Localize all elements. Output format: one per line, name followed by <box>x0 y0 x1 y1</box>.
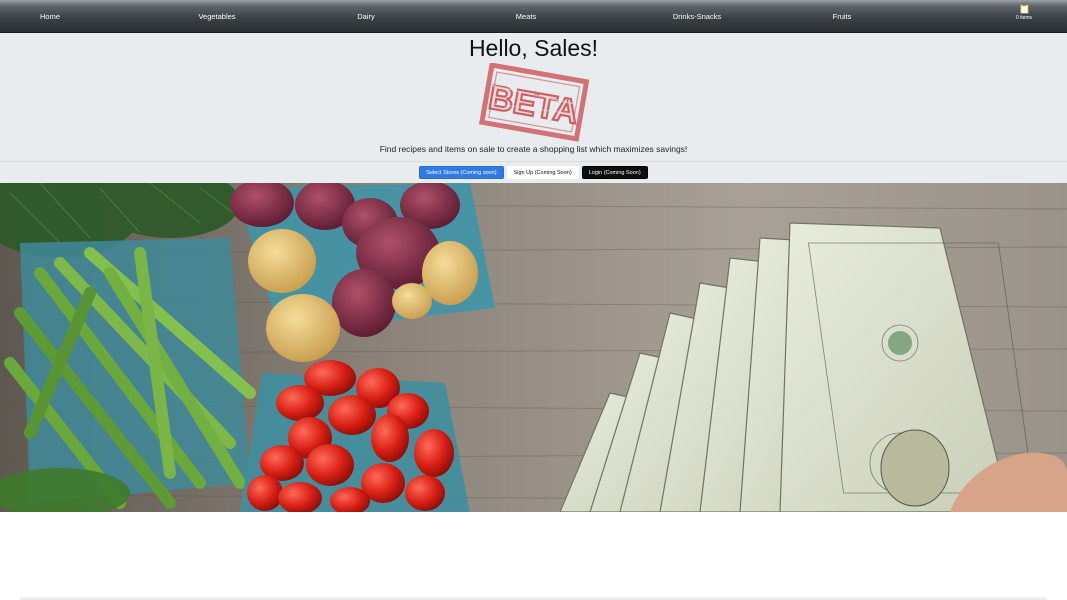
nav-vegetables[interactable]: Vegetables <box>198 12 235 21</box>
nav-home[interactable]: Home <box>40 12 60 21</box>
beta-stamp-icon: BETA <box>478 63 590 142</box>
hero-header: Hello, Sales! BETA Find recipes and item… <box>0 33 1067 183</box>
tagline: Find recipes and items on sale to create… <box>379 144 688 154</box>
action-buttons: Select Stores (Coming soon) Sign Up (Com… <box>0 166 1067 179</box>
top-navbar: Home Vegetables Dairy Meats Drinks-Snack… <box>0 0 1067 33</box>
cart-button[interactable]: 0 items <box>1016 3 1032 21</box>
nav-fruits[interactable]: Fruits <box>833 12 852 21</box>
clipboard-icon <box>1019 3 1029 14</box>
nav-meats[interactable]: Meats <box>516 12 536 21</box>
footer-edge <box>20 596 1047 600</box>
cart-count: 0 items <box>1015 15 1033 21</box>
nav-dairy[interactable]: Dairy <box>357 12 375 21</box>
hero-image <box>0 183 1067 512</box>
groceries-and-cash-photo <box>0 183 1067 512</box>
nav-drinks-snacks[interactable]: Drinks-Snacks <box>673 12 721 21</box>
header-divider <box>0 161 1067 162</box>
login-button[interactable]: Login (Coming Soon) <box>581 166 648 179</box>
page-title: Hello, Sales! <box>468 35 599 61</box>
select-stores-button[interactable]: Select Stores (Coming soon) <box>419 166 504 179</box>
sign-up-button[interactable]: Sign Up (Coming Soon) <box>506 166 579 179</box>
